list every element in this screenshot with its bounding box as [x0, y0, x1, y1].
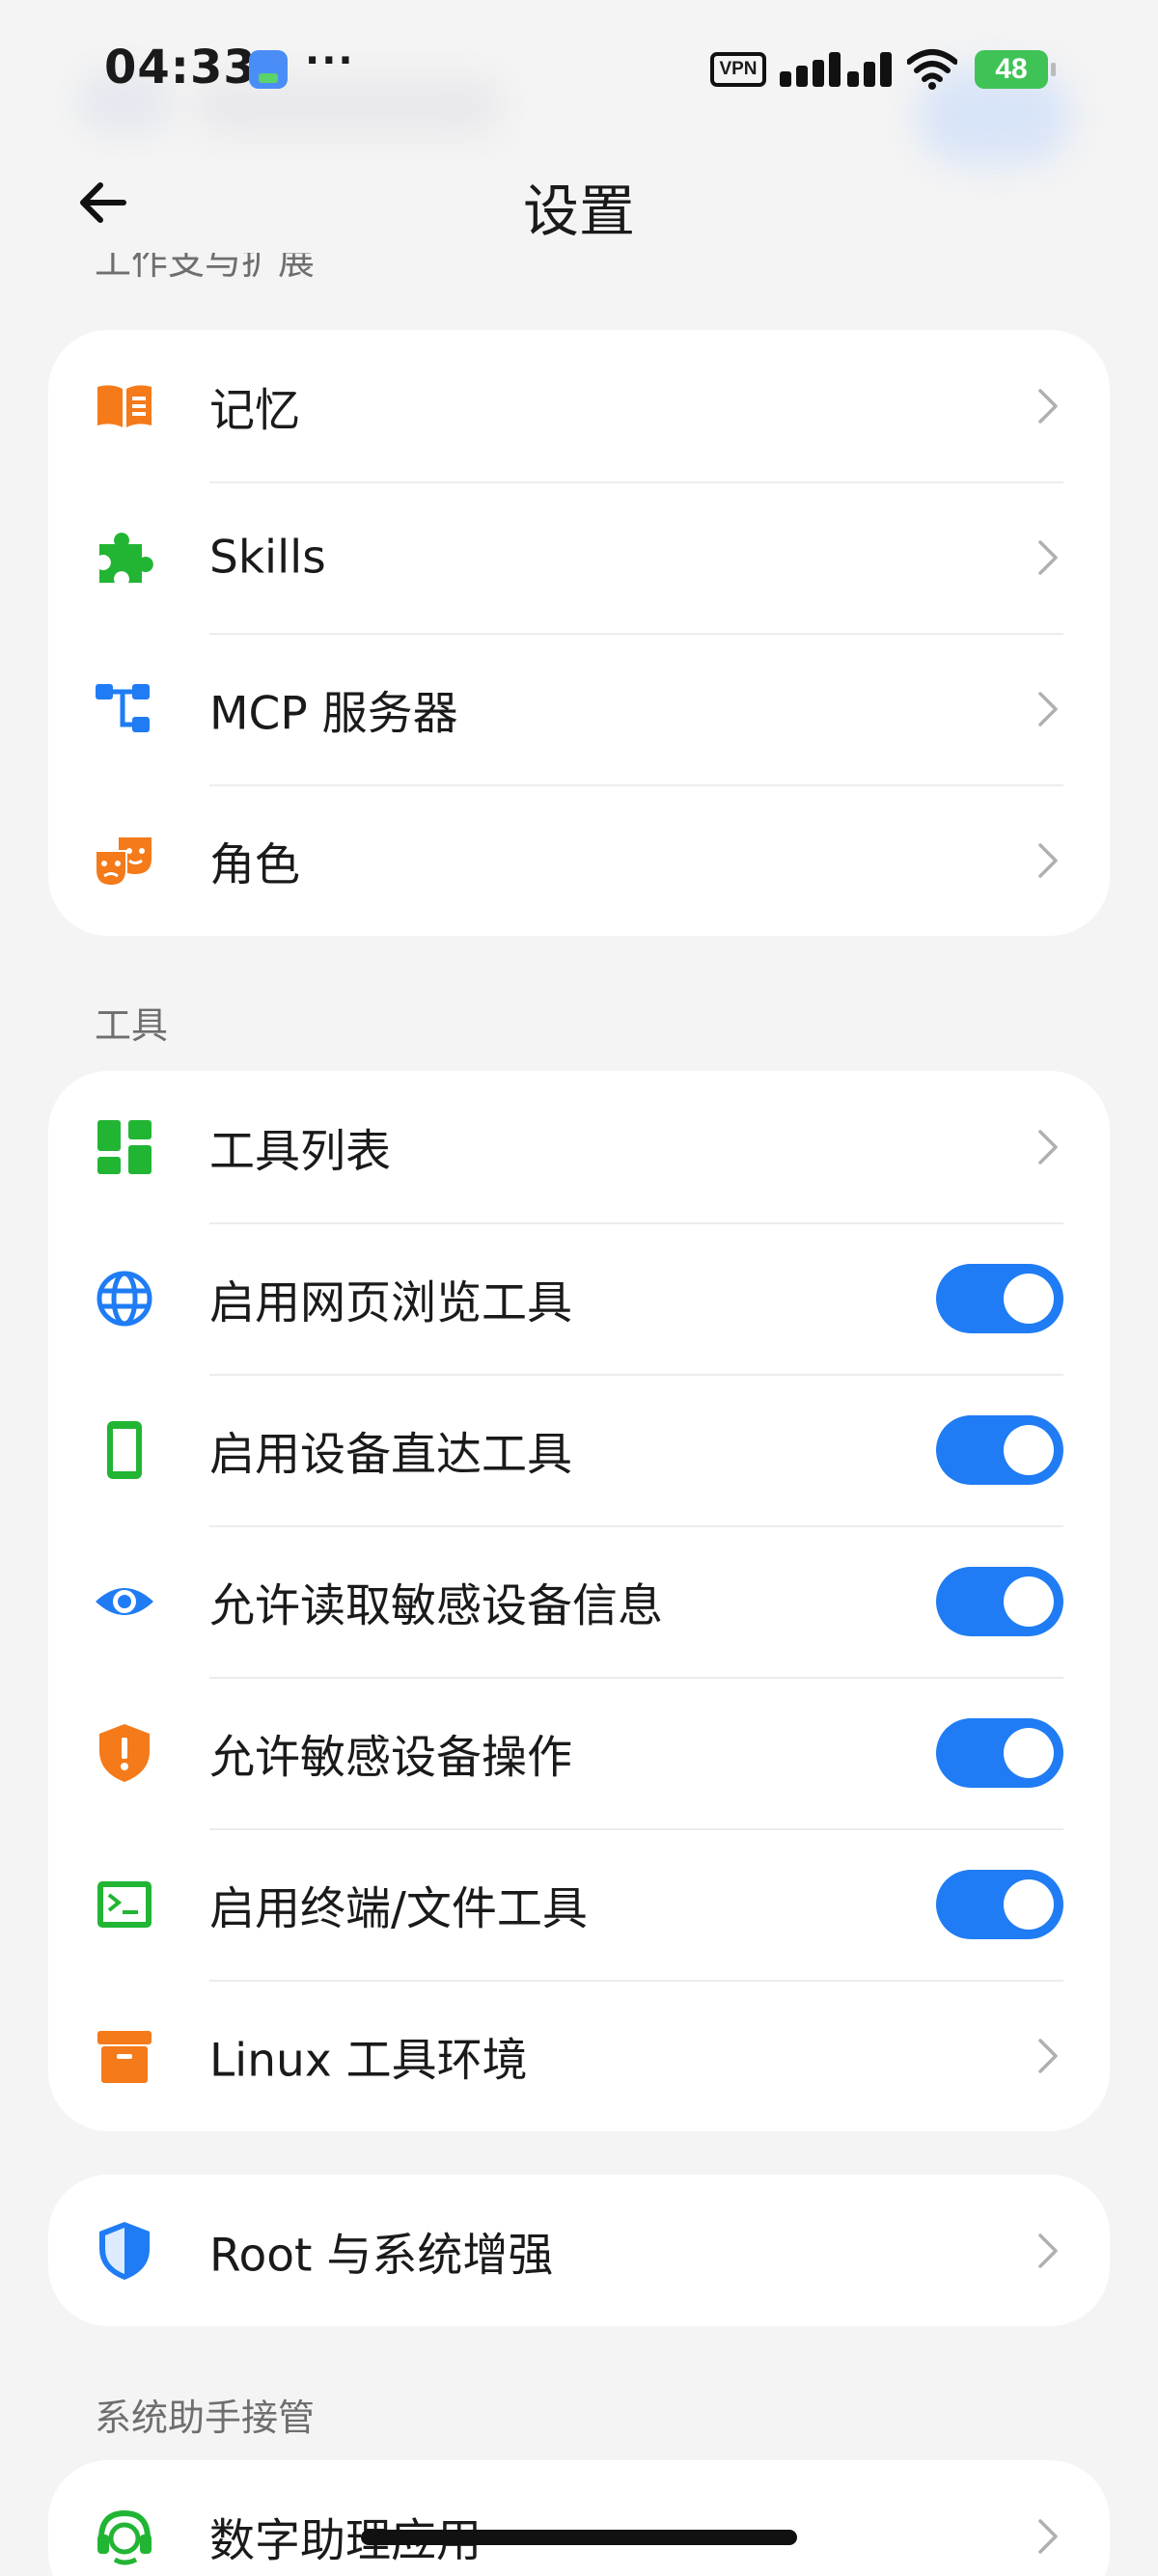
chevron-right-icon — [1038, 1129, 1058, 1165]
settings-row-label: MCP 服务器 — [209, 687, 458, 740]
settings-row-label: 启用终端/文件工具 — [209, 1882, 588, 1935]
toggle-knob — [1004, 1878, 1054, 1930]
settings-row-label: 允许读取敏感设备信息 — [209, 1579, 663, 1632]
settings-row-label: Root 与系统增强 — [209, 2229, 554, 2282]
section-header-extensions: 工作支与扩展 — [95, 253, 316, 283]
settings-row-label: 允许敏感设备操作 — [209, 1731, 572, 1784]
settings-row-memory[interactable]: 记忆 — [48, 330, 1110, 481]
settings-row-device-direct: 启用设备直达工具 — [48, 1374, 1110, 1525]
web-browsing-toggle[interactable] — [936, 1263, 1063, 1333]
extensions-card: 记忆 Skills MCP 服务器 角色 — [48, 330, 1110, 936]
terminal-icon — [94, 1874, 155, 1935]
dashboard-icon — [94, 1116, 155, 1178]
settings-row-label: 启用设备直达工具 — [209, 1428, 572, 1481]
settings-row-label: 记忆 — [209, 384, 300, 437]
eye-icon — [94, 1571, 155, 1632]
vpn-icon: VPN — [710, 52, 766, 87]
phone-icon — [94, 1419, 155, 1481]
puzzle-icon — [94, 527, 155, 589]
hierarchy-icon — [94, 678, 155, 740]
signal-icon — [780, 48, 892, 87]
settings-row-terminal-file: 启用终端/文件工具 — [48, 1828, 1110, 1980]
top-bar: 设置 — [0, 145, 1158, 251]
terminal-file-toggle[interactable] — [936, 1869, 1063, 1939]
chevron-right-icon — [1038, 2518, 1058, 2554]
chevron-right-icon — [1038, 2038, 1058, 2073]
settings-row-sensitive-info: 允许读取敏感设备信息 — [48, 1525, 1110, 1677]
chevron-right-icon — [1038, 691, 1058, 726]
headset-icon — [94, 2506, 155, 2567]
status-time: 04:33 — [104, 41, 257, 95]
archive-box-icon — [94, 2025, 155, 2087]
settings-row-skills[interactable]: Skills — [48, 481, 1110, 633]
toggle-knob — [1004, 1727, 1054, 1778]
toggle-knob — [1004, 1273, 1054, 1324]
settings-row-root[interactable]: Root 与系统增强 — [48, 2175, 1110, 2326]
toggle-knob — [1004, 1576, 1054, 1627]
battery-charging-icon: 48 — [975, 50, 1056, 89]
section-header-assistant: 系统助手接管 — [95, 2397, 316, 2439]
settings-row-roles[interactable]: 角色 — [48, 784, 1110, 936]
sensitive-ops-toggle[interactable] — [936, 1717, 1063, 1788]
settings-row-digital-assistant[interactable]: 数字助理应用 — [48, 2460, 1110, 2576]
assistant-card: 数字助理应用 — [48, 2460, 1110, 2576]
more-notifications-icon: ··· — [305, 39, 355, 83]
home-indicator[interactable] — [361, 2530, 797, 2545]
settings-row-tool-list[interactable]: 工具列表 — [48, 1071, 1110, 1222]
toggle-knob — [1004, 1424, 1054, 1475]
shield-check-icon — [94, 2220, 155, 2282]
root-card: Root 与系统增强 — [48, 2175, 1110, 2326]
settings-page: 04:33 ··· VPN 48 设置 工作支与扩展 记忆 Skills MCP… — [0, 0, 1158, 2576]
wifi-icon — [906, 48, 958, 91]
settings-row-sensitive-ops: 允许敏感设备操作 — [48, 1677, 1110, 1828]
device-direct-toggle[interactable] — [936, 1414, 1063, 1485]
section-header-tools: 工具 — [95, 1004, 169, 1047]
globe-icon — [94, 1268, 155, 1329]
shield-alert-icon — [94, 1722, 155, 1784]
settings-row-mcp-servers[interactable]: MCP 服务器 — [48, 633, 1110, 784]
settings-row-label: 启用网页浏览工具 — [209, 1276, 572, 1329]
settings-row-web-browsing: 启用网页浏览工具 — [48, 1222, 1110, 1374]
settings-row-label: Linux 工具环境 — [209, 2034, 528, 2087]
chevron-right-icon — [1038, 539, 1058, 575]
app-icon — [249, 50, 288, 89]
page-title: 设置 — [522, 178, 635, 244]
theater-masks-icon — [94, 830, 155, 891]
chevron-right-icon — [1038, 842, 1058, 878]
book-icon — [94, 375, 155, 437]
chevron-right-icon — [1038, 2233, 1058, 2268]
chevron-right-icon — [1038, 388, 1058, 424]
settings-row-label: 角色 — [209, 838, 300, 891]
settings-row-label: Skills — [209, 531, 326, 584]
sensitive-info-toggle[interactable] — [936, 1566, 1063, 1636]
settings-row-label: 工具列表 — [209, 1125, 391, 1178]
settings-row-linux-env[interactable]: Linux 工具环境 — [48, 1980, 1110, 2131]
status-bar: 04:33 ··· VPN 48 — [0, 0, 1158, 164]
tools-card: 工具列表 启用网页浏览工具 启用设备直达工具 允许读取敏感设备信息 允许敏感设备… — [48, 1071, 1110, 2131]
